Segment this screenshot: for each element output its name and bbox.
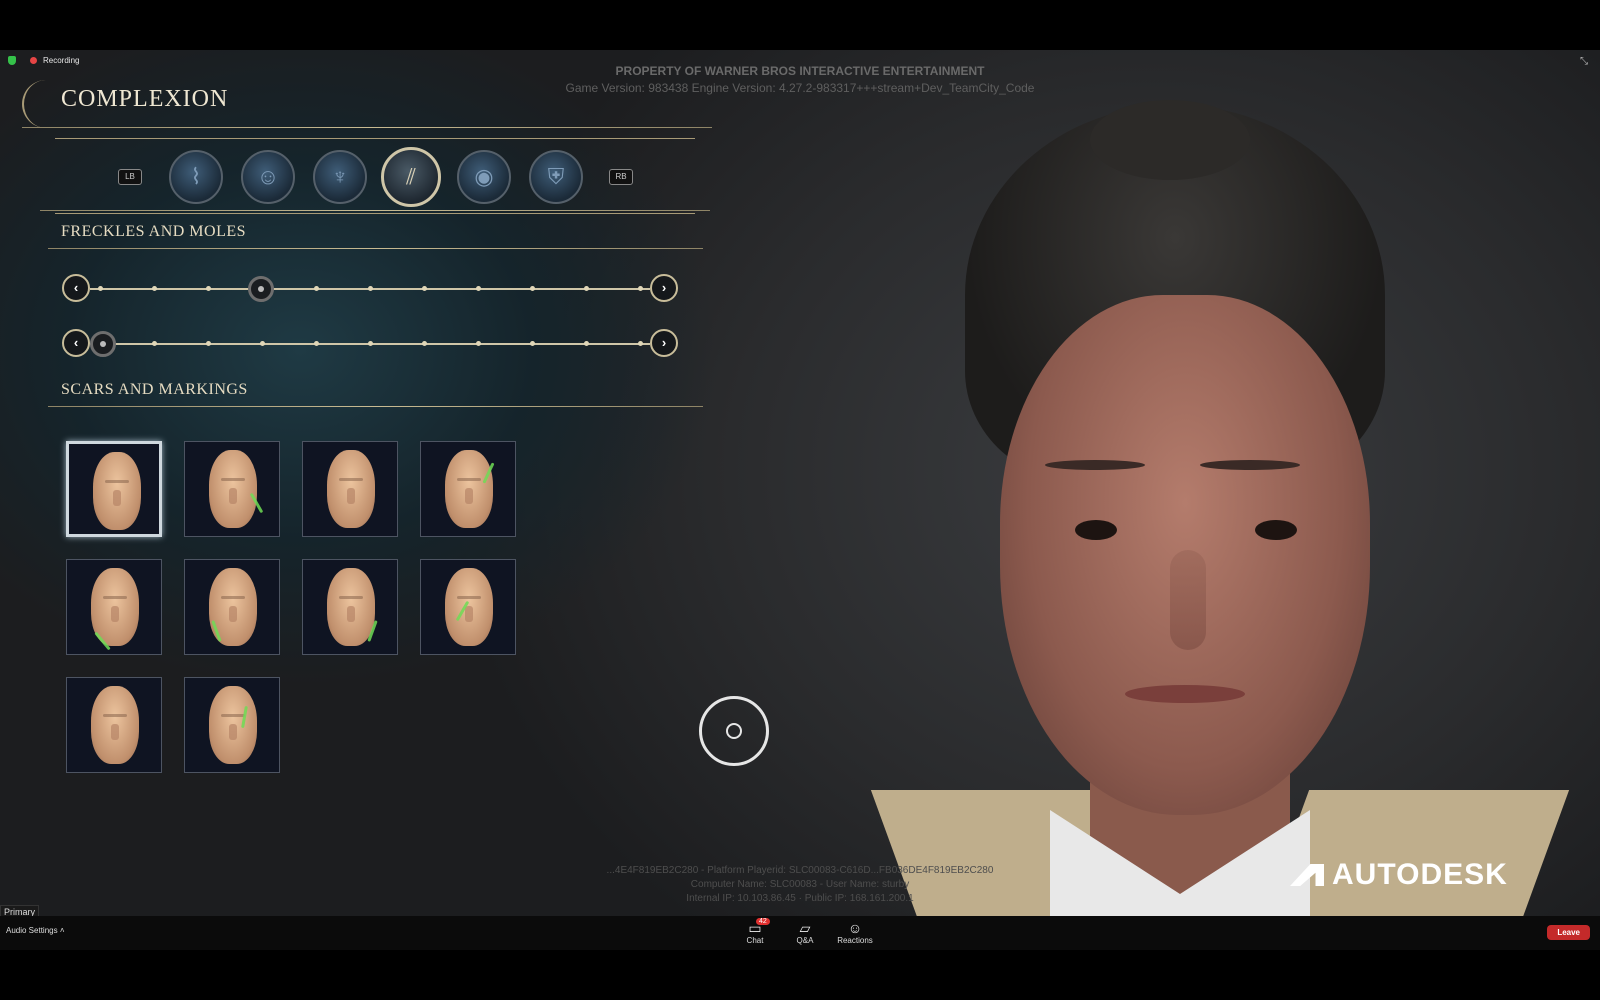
left-eye <box>1075 520 1117 540</box>
autodesk-mark-icon <box>1290 864 1324 886</box>
marking-option[interactable] <box>302 559 398 655</box>
slider-tick <box>206 286 211 291</box>
section-divider-1 <box>48 248 703 249</box>
marking-option[interactable] <box>66 441 162 537</box>
chat-badge: 42 <box>756 918 770 925</box>
tab-house-crest-icon[interactable]: ⛨ <box>529 150 583 204</box>
controller-cursor-icon <box>699 696 769 766</box>
qa-icon: ▱ <box>799 920 811 936</box>
qa-label: Q&A <box>796 936 814 945</box>
slider-tick <box>584 286 589 291</box>
slider-tick <box>530 286 535 291</box>
tab-frame-top <box>55 138 695 139</box>
slider-tick <box>314 286 319 291</box>
recording-dot-icon <box>30 57 37 64</box>
marking-option[interactable] <box>420 441 516 537</box>
right-bumper-hint[interactable]: RB <box>609 169 633 185</box>
moles-slider[interactable]: ‹ › <box>60 327 680 361</box>
freckles-slider[interactable]: ‹ › <box>60 272 680 306</box>
reactions-icon: ☺ <box>847 920 863 936</box>
face-preview <box>93 452 141 530</box>
chevron-up-icon: ˄ <box>59 926 65 935</box>
face-preview <box>91 686 139 764</box>
watermark-line-2: Game Version: 983438 Engine Version: 4.2… <box>565 81 1035 95</box>
cursor-center-icon <box>726 723 742 739</box>
character-nose <box>1170 550 1206 650</box>
face-preview <box>327 568 375 646</box>
marking-option[interactable] <box>66 559 162 655</box>
slider-right-arrow-icon[interactable]: › <box>650 329 678 357</box>
marking-option[interactable] <box>302 441 398 537</box>
slider-tick <box>152 341 157 346</box>
watermark-line-1: PROPERTY OF WARNER BROS INTERACTIVE ENTE… <box>615 64 985 78</box>
slider-tick <box>152 286 157 291</box>
autodesk-wordmark: AUTODESK <box>1332 858 1508 891</box>
right-eyebrow <box>1200 460 1300 470</box>
right-eye <box>1255 520 1297 540</box>
face-preview <box>445 568 493 646</box>
slider-tick <box>476 341 481 346</box>
reactions-label: Reactions <box>837 936 873 945</box>
marking-option[interactable] <box>184 441 280 537</box>
slider-tick <box>584 341 589 346</box>
slider-tick <box>530 341 535 346</box>
slider-tick <box>260 341 265 346</box>
slider-knob[interactable] <box>248 276 274 302</box>
tab-eye-icon[interactable]: ◉ <box>457 150 511 204</box>
face-preview <box>327 450 375 528</box>
section-scars-and-markings: SCARS AND MARKINGS <box>61 381 248 398</box>
reactions-button[interactable]: ☺ Reactions <box>835 920 875 945</box>
page-title: COMPLEXION <box>61 86 229 112</box>
slider-tick <box>98 286 103 291</box>
slider-left-arrow-icon[interactable]: ‹ <box>62 274 90 302</box>
leave-button[interactable]: Leave <box>1547 925 1590 940</box>
slider-tick <box>638 286 643 291</box>
slider-tick <box>422 341 427 346</box>
slider-tick <box>368 286 373 291</box>
slider-left-arrow-icon[interactable]: ‹ <box>62 329 90 357</box>
audio-settings-label: Audio Settings <box>6 926 58 935</box>
character-mouth <box>1125 685 1245 703</box>
slider-tick <box>422 286 427 291</box>
left-bumper-hint[interactable]: LB <box>118 169 142 185</box>
marking-option[interactable] <box>66 677 162 773</box>
tab-broom-icon[interactable]: ♆ <box>313 150 367 204</box>
face-preview <box>209 686 257 764</box>
meeting-toolbar: Audio Settings ˄ ▭ 42 Chat ▱ Q&A ☺ React… <box>0 916 1600 950</box>
marking-option[interactable] <box>184 677 280 773</box>
slider-tick <box>476 286 481 291</box>
face-preview <box>445 450 493 528</box>
chat-button[interactable]: ▭ 42 Chat <box>735 918 775 945</box>
debug-line-3: Internal IP: 10.103.86.45 · Public IP: 1… <box>686 893 914 904</box>
slider-tick <box>206 341 211 346</box>
tab-scar-icon[interactable]: ⫽ <box>381 147 441 207</box>
face-preview <box>209 450 257 528</box>
tab-wand-icon[interactable]: ⌇ <box>169 150 223 204</box>
section-divider-2 <box>48 406 703 407</box>
title-ornament <box>22 80 64 128</box>
slider-right-arrow-icon[interactable]: › <box>650 274 678 302</box>
autodesk-logo: AUTODESK <box>1290 858 1508 892</box>
character-hair-bun <box>1090 100 1250 180</box>
title-divider <box>22 127 712 128</box>
category-tab-bar: LB ⌇ ☺ ♆ ⫽ ◉ ⛨ RB <box>55 138 695 218</box>
slider-tick <box>314 341 319 346</box>
section-freckles-and-moles: FRECKLES AND MOLES <box>61 223 247 240</box>
slider-tick <box>368 341 373 346</box>
chat-label: Chat <box>746 936 764 945</box>
slider-knob[interactable] <box>90 331 116 357</box>
shared-screen: Recording ⤡ PROPERTY OF WARNER BROS INTE… <box>0 50 1600 916</box>
tab-divider <box>40 210 710 211</box>
slider-tick <box>638 341 643 346</box>
marking-option[interactable] <box>420 559 516 655</box>
tab-frame-bottom <box>55 213 695 214</box>
marking-option[interactable] <box>184 559 280 655</box>
qa-button[interactable]: ▱ Q&A <box>785 920 825 945</box>
tab-head-icon[interactable]: ☺ <box>241 150 295 204</box>
audio-settings-button[interactable]: Audio Settings ˄ <box>6 926 65 935</box>
left-eyebrow <box>1045 460 1145 470</box>
